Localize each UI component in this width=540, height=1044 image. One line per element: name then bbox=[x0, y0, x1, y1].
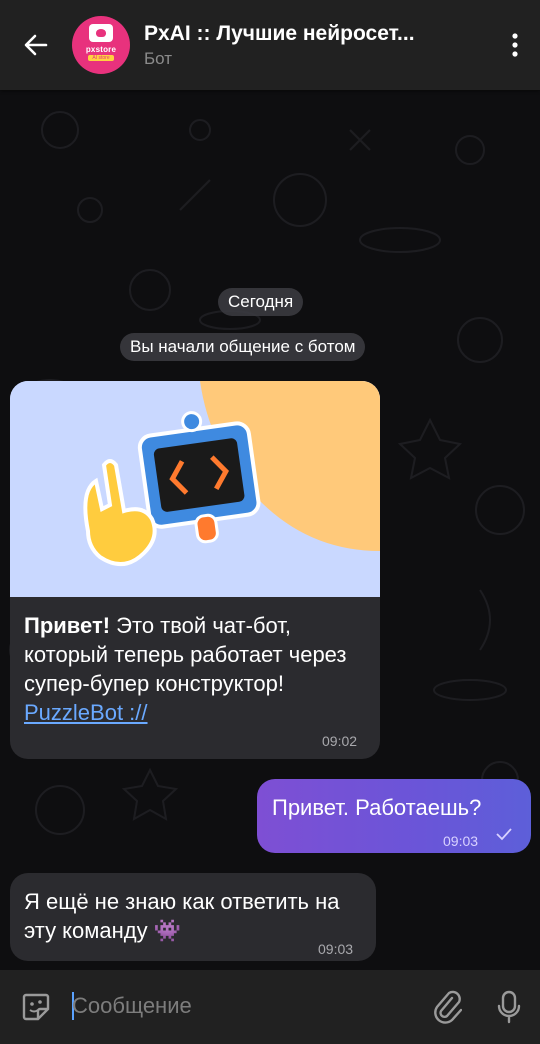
attach-button[interactable] bbox=[416, 970, 478, 1044]
chat-subtitle: Бот bbox=[144, 48, 173, 68]
message-time: 09:02 bbox=[322, 733, 358, 749]
service-message: Вы начали общение с ботом bbox=[120, 333, 366, 361]
message-input[interactable]: Сообщение bbox=[72, 970, 416, 1044]
bot-logo-icon bbox=[89, 23, 113, 42]
puzzlebot-link[interactable]: PuzzleBot :// bbox=[24, 700, 148, 725]
date-label: Сегодня bbox=[228, 292, 294, 311]
arrow-left-icon bbox=[24, 34, 48, 56]
message-bold-text: Привет! bbox=[24, 613, 111, 638]
avatar[interactable]: pxstore AI store bbox=[72, 16, 130, 74]
back-button[interactable] bbox=[0, 0, 72, 90]
avatar-logo-sub: AI store bbox=[88, 54, 114, 61]
message-time: 09:03 bbox=[318, 941, 354, 957]
message-incoming-card[interactable]: Привет! Это твой чат-бот, который теперь… bbox=[10, 381, 380, 759]
service-message-text: Вы начали общение с ботом bbox=[130, 337, 356, 356]
message-time: 09:03 bbox=[443, 833, 479, 849]
sticker-button[interactable] bbox=[0, 970, 72, 1044]
chat-header: pxstore AI store PxAI :: Лучшие нейросет… bbox=[0, 0, 540, 90]
more-menu-button[interactable] bbox=[490, 0, 540, 90]
chat-title: PxAI :: Лучшие нейросет... bbox=[144, 21, 415, 45]
date-badge: Сегодня bbox=[218, 288, 304, 316]
voice-message-button[interactable] bbox=[478, 970, 540, 1044]
more-vertical-icon bbox=[512, 33, 518, 57]
avatar-logo-text: pxstore bbox=[85, 44, 117, 54]
puzzlebot-illustration bbox=[10, 381, 380, 597]
message-incoming[interactable]: Я ещё не знаю как ответить на эту команд… bbox=[10, 873, 376, 961]
chat-area[interactable]: Сегодня Вы начали общение с ботом Привет… bbox=[0, 90, 540, 970]
sticker-icon bbox=[22, 993, 50, 1021]
card-text: Привет! Это твой чат-бот, который теперь… bbox=[24, 611, 374, 727]
microphone-icon bbox=[497, 990, 521, 1024]
message-outgoing[interactable]: Привет. Работаешь? 09:03 bbox=[257, 779, 531, 853]
message-text: Привет. Работаешь? bbox=[272, 795, 482, 820]
check-icon bbox=[496, 828, 512, 841]
message-placeholder: Сообщение bbox=[72, 993, 192, 1018]
message-input-bar: Сообщение bbox=[0, 970, 540, 1044]
message-text: Я ещё не знаю как ответить на эту команд… bbox=[24, 889, 340, 943]
chat-title-block[interactable]: PxAI :: Лучшие нейросет... Бот bbox=[144, 22, 490, 69]
paperclip-icon bbox=[434, 990, 462, 1024]
card-image[interactable] bbox=[10, 381, 380, 597]
